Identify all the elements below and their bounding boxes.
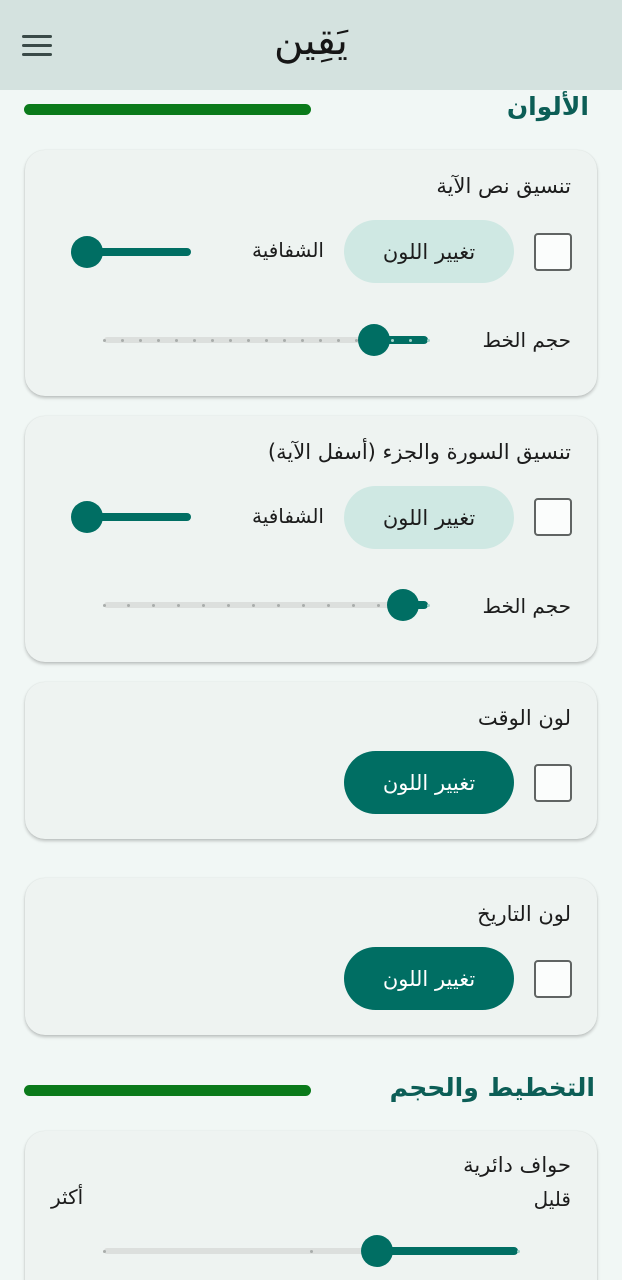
slider-tick — [227, 603, 231, 607]
opacity-label: الشفافية — [251, 238, 324, 262]
section-divider-bar — [24, 104, 311, 115]
slider-tick — [177, 603, 181, 607]
change-color-button[interactable]: تغيير اللون — [344, 751, 514, 814]
slider-tick — [426, 603, 430, 607]
slider-tick — [300, 338, 304, 342]
slider-track — [104, 1248, 378, 1254]
slider-thumb[interactable] — [358, 324, 390, 356]
slider-tick — [301, 603, 305, 607]
slider-tick — [516, 1249, 520, 1253]
card-rounded-corners: حواف دائرية قليل أكثر — [25, 1131, 597, 1280]
section-divider-bar — [24, 1085, 311, 1096]
card-title: لون التاريخ — [477, 902, 571, 926]
card-time-color: لون الوقت تغيير اللون — [25, 682, 597, 839]
slider-thumb[interactable] — [361, 1235, 394, 1267]
slider-track — [104, 337, 374, 343]
slider-tick — [156, 338, 160, 342]
opacity-slider[interactable] — [71, 232, 203, 272]
slider-tick — [390, 338, 394, 342]
slider-tick — [376, 603, 380, 607]
slider-tick — [318, 338, 322, 342]
slider-thumb[interactable] — [387, 589, 420, 621]
slider-thumb[interactable] — [71, 236, 103, 268]
slider-tick — [309, 1249, 313, 1253]
font-size-slider[interactable] — [88, 320, 444, 360]
slider-tick — [228, 338, 232, 342]
slider-tick — [102, 338, 106, 342]
date-color-checkbox[interactable] — [534, 960, 572, 998]
time-color-checkbox[interactable] — [534, 764, 572, 802]
section-header-colors: الألوان — [0, 90, 622, 130]
opacity-label: الشفافية — [251, 504, 324, 528]
slider-track-active — [377, 1247, 518, 1255]
card-title: تنسيق السورة والجزء (أسفل الآية) — [267, 440, 571, 464]
rounded-corners-slider[interactable] — [88, 1231, 534, 1271]
card-date-color: لون التاريخ تغيير اللون — [25, 878, 597, 1035]
slider-tick — [102, 603, 106, 607]
opacity-slider[interactable] — [71, 497, 203, 537]
slider-tick — [351, 603, 355, 607]
verse-text-checkbox[interactable] — [534, 233, 572, 271]
slider-tick — [174, 338, 178, 342]
change-color-button[interactable]: تغيير اللون — [344, 220, 514, 283]
section-title-layout: التخطيط والحجم — [389, 1073, 595, 1102]
card-title: تنسيق نص الآية — [436, 174, 571, 198]
change-color-button[interactable]: تغيير اللون — [344, 947, 514, 1010]
max-label: أكثر — [51, 1185, 84, 1209]
slider-tick — [138, 338, 142, 342]
slider-tick — [408, 338, 412, 342]
slider-tick — [202, 603, 206, 607]
card-title: لون الوقت — [477, 706, 571, 730]
surah-juz-checkbox[interactable] — [534, 498, 572, 536]
slider-tick — [252, 603, 256, 607]
app-bar: يَقِين — [0, 0, 622, 90]
font-size-label: حجم الخط — [482, 328, 572, 352]
slider-tick — [120, 338, 124, 342]
slider-tick — [276, 603, 280, 607]
card-verse-text-format: تنسيق نص الآية تغيير اللون الشفافية حجم … — [25, 150, 597, 396]
slider-tick — [102, 1249, 106, 1253]
slider-tick — [264, 338, 268, 342]
card-surah-juz-format: تنسيق السورة والجزء (أسفل الآية) تغيير ا… — [25, 416, 597, 662]
slider-tick — [426, 338, 430, 342]
font-size-label: حجم الخط — [482, 594, 572, 618]
card-title: حواف دائرية — [463, 1153, 571, 1177]
slider-tick — [326, 603, 330, 607]
slider-thumb[interactable] — [71, 501, 103, 533]
slider-tick — [192, 338, 196, 342]
app-title: يَقِين — [274, 18, 348, 64]
section-header-layout: التخطيط والحجم — [0, 1071, 622, 1111]
slider-tick — [210, 338, 214, 342]
slider-tick — [246, 338, 250, 342]
min-label: قليل — [533, 1187, 571, 1211]
font-size-slider[interactable] — [88, 585, 444, 625]
slider-tick — [282, 338, 286, 342]
slider-tick — [336, 338, 340, 342]
section-title-colors: الألوان — [506, 92, 589, 121]
change-color-button[interactable]: تغيير اللون — [344, 486, 514, 549]
